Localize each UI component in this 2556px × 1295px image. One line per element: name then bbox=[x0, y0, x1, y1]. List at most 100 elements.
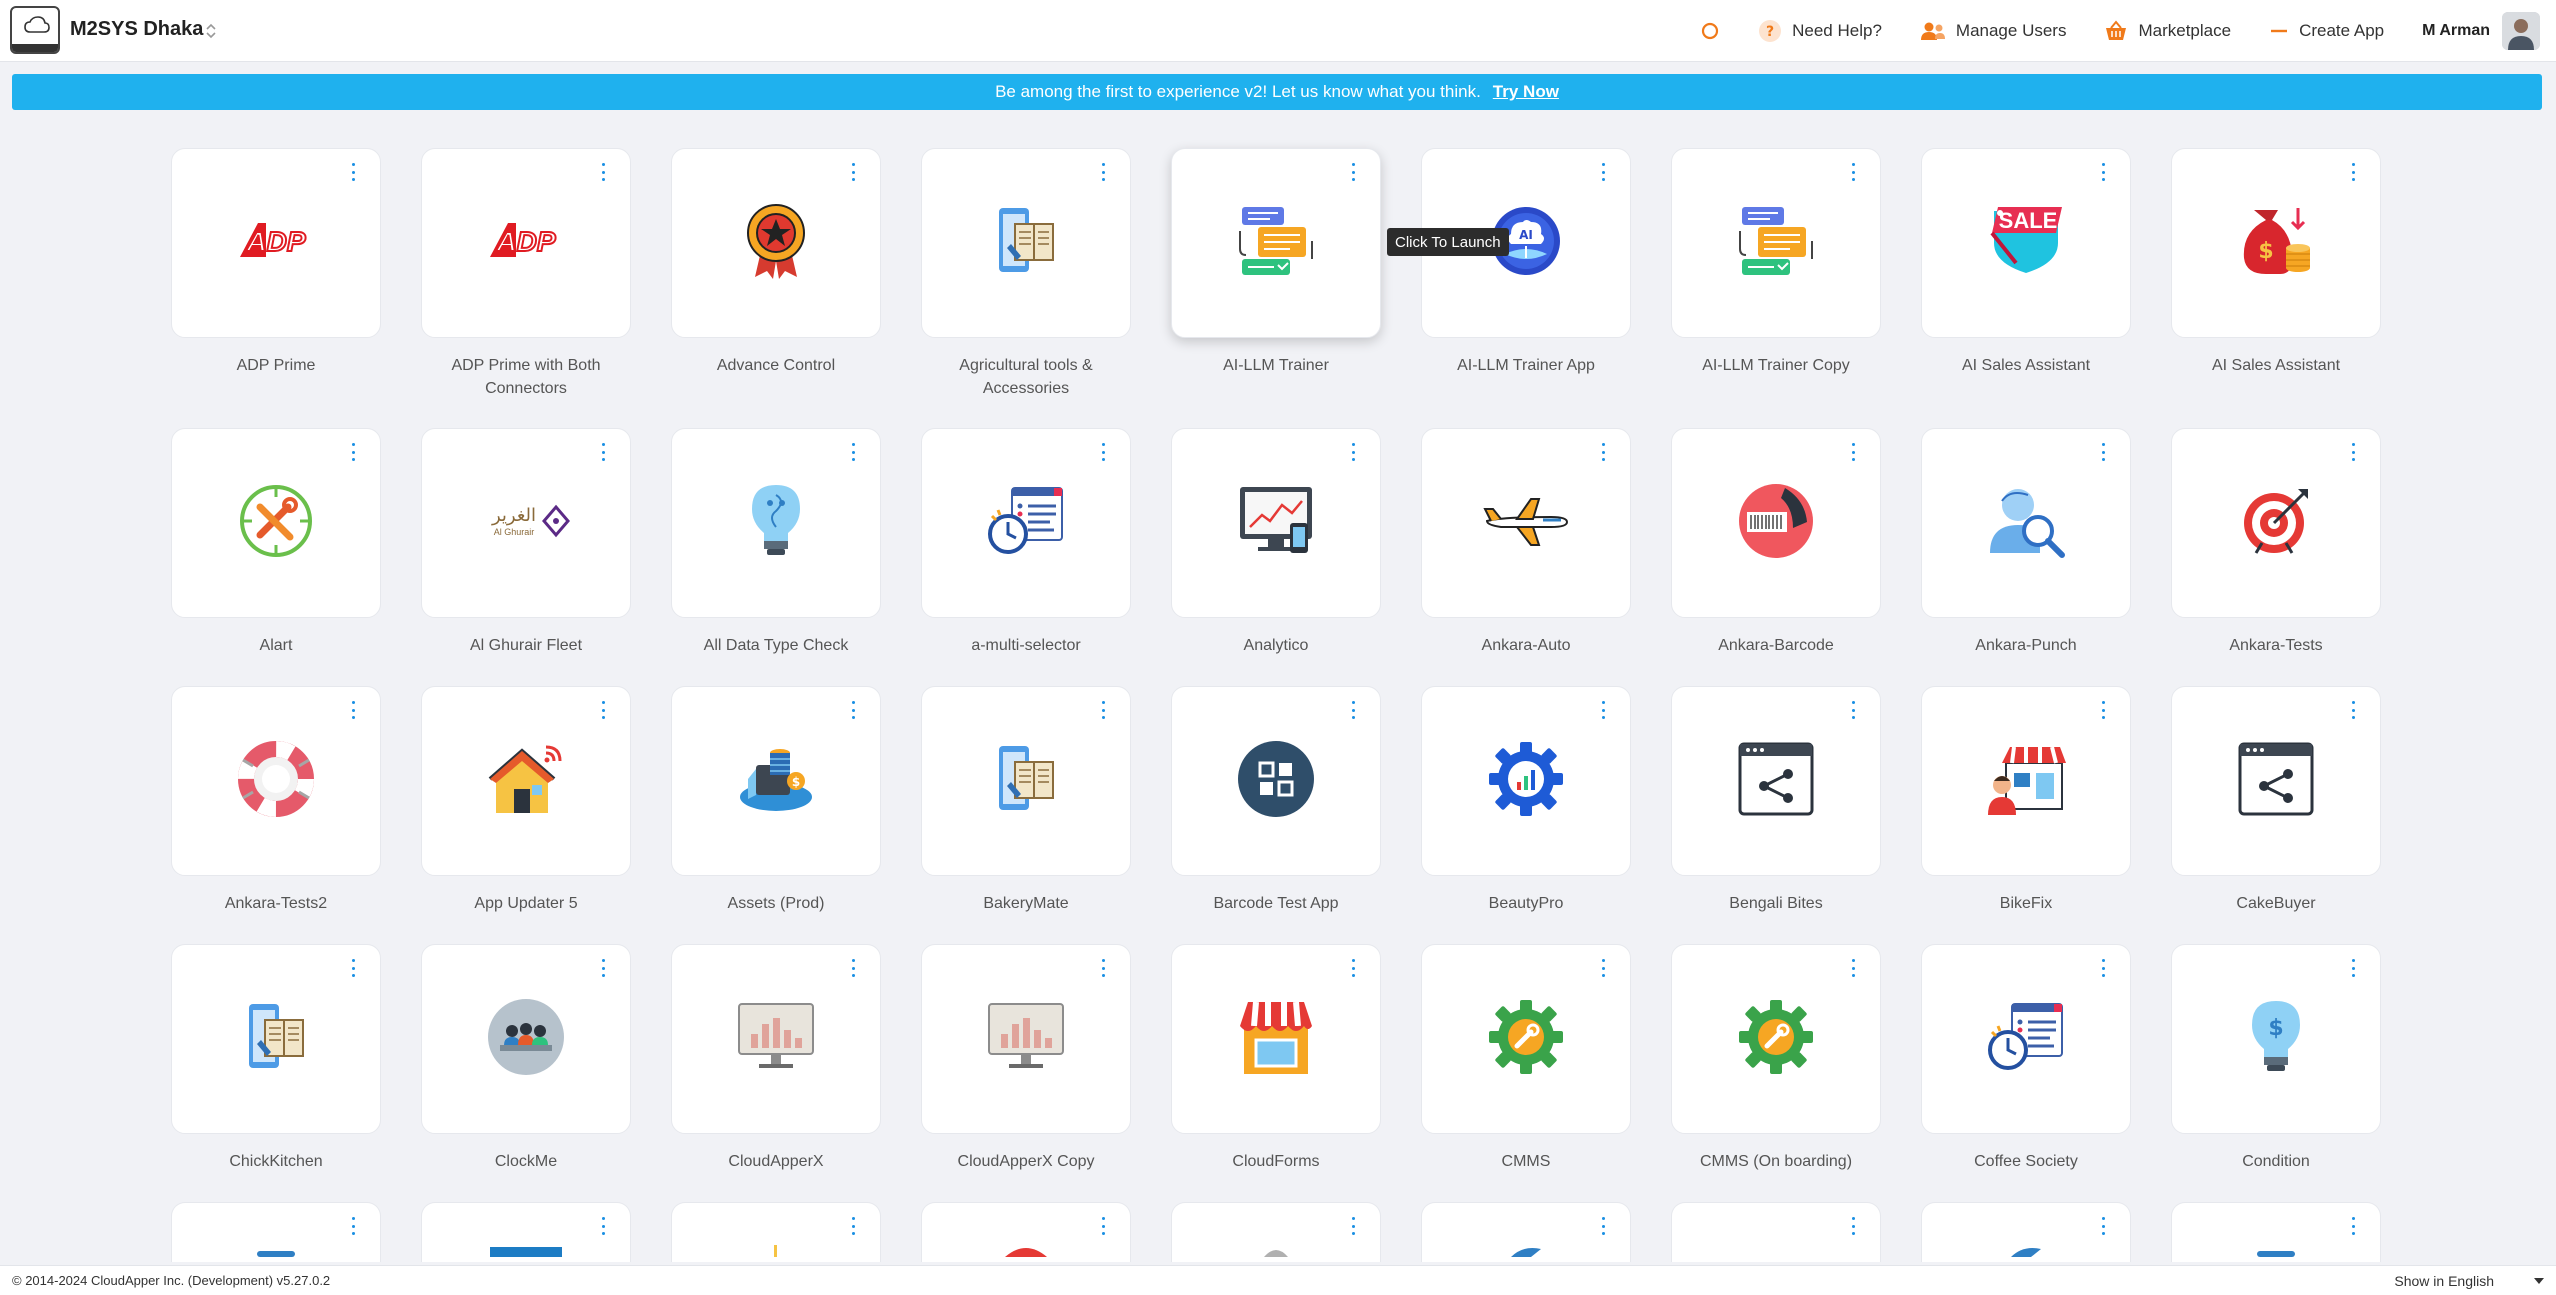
more-options-icon[interactable] bbox=[2348, 163, 2358, 181]
app-card[interactable]: $ bbox=[671, 686, 881, 876]
app-card[interactable]: الغرير Al Ghurair bbox=[421, 428, 631, 618]
more-options-icon[interactable] bbox=[2348, 959, 2358, 977]
more-options-icon[interactable] bbox=[598, 163, 608, 181]
status-indicator[interactable] bbox=[1700, 21, 1720, 41]
app-card[interactable] bbox=[1671, 944, 1881, 1134]
try-now-link[interactable]: Try Now bbox=[1493, 82, 1559, 102]
app-card[interactable] bbox=[171, 1202, 381, 1262]
more-options-icon[interactable] bbox=[598, 701, 608, 719]
more-options-icon[interactable] bbox=[2098, 959, 2108, 977]
more-options-icon[interactable] bbox=[848, 959, 858, 977]
app-card[interactable] bbox=[921, 686, 1131, 876]
app-card[interactable] bbox=[2171, 1202, 2381, 1262]
app-card[interactable] bbox=[1421, 1202, 1631, 1262]
manage-users-button[interactable]: Manage Users bbox=[1920, 20, 2066, 42]
organization-name[interactable]: M2SYS Dhaka bbox=[70, 18, 203, 41]
user-avatar[interactable] bbox=[2502, 12, 2540, 50]
more-options-icon[interactable] bbox=[1848, 701, 1858, 719]
more-options-icon[interactable] bbox=[1348, 163, 1358, 181]
more-options-icon[interactable] bbox=[1598, 1217, 1608, 1235]
more-options-icon[interactable] bbox=[848, 443, 858, 461]
more-options-icon[interactable] bbox=[598, 959, 608, 977]
more-options-icon[interactable] bbox=[348, 701, 358, 719]
app-card[interactable] bbox=[671, 148, 881, 338]
more-options-icon[interactable] bbox=[348, 1217, 358, 1235]
more-options-icon[interactable] bbox=[348, 443, 358, 461]
app-card[interactable] bbox=[171, 686, 381, 876]
app-card[interactable] bbox=[1171, 1202, 1381, 1262]
language-select[interactable]: Show in English bbox=[2394, 1273, 2544, 1289]
more-options-icon[interactable] bbox=[1098, 959, 1108, 977]
more-options-icon[interactable] bbox=[2348, 1217, 2358, 1235]
marketplace-button[interactable]: Marketplace bbox=[2104, 20, 2231, 42]
more-options-icon[interactable] bbox=[2348, 701, 2358, 719]
app-card[interactable] bbox=[421, 944, 631, 1134]
more-options-icon[interactable] bbox=[2348, 443, 2358, 461]
app-card[interactable] bbox=[1171, 686, 1381, 876]
more-options-icon[interactable] bbox=[2098, 163, 2108, 181]
app-card[interactable] bbox=[921, 428, 1131, 618]
app-card[interactable] bbox=[421, 686, 631, 876]
app-card[interactable] bbox=[1171, 148, 1381, 338]
more-options-icon[interactable] bbox=[848, 1217, 858, 1235]
app-card[interactable] bbox=[2171, 428, 2381, 618]
app-card[interactable]: $ bbox=[2171, 944, 2381, 1134]
app-card[interactable] bbox=[1921, 428, 2131, 618]
user-name[interactable]: M Arman bbox=[2422, 22, 2490, 40]
more-options-icon[interactable] bbox=[1598, 443, 1608, 461]
app-card[interactable] bbox=[1921, 686, 2131, 876]
app-card[interactable] bbox=[671, 1202, 881, 1262]
more-options-icon[interactable] bbox=[1098, 1217, 1108, 1235]
more-options-icon[interactable] bbox=[1348, 701, 1358, 719]
more-options-icon[interactable] bbox=[1348, 1217, 1358, 1235]
more-options-icon[interactable] bbox=[1098, 443, 1108, 461]
app-card[interactable] bbox=[171, 428, 381, 618]
more-options-icon[interactable] bbox=[1598, 701, 1608, 719]
app-card[interactable] bbox=[421, 1202, 631, 1262]
more-options-icon[interactable] bbox=[1348, 443, 1358, 461]
more-options-icon[interactable] bbox=[1348, 959, 1358, 977]
more-options-icon[interactable] bbox=[598, 443, 608, 461]
more-options-icon[interactable] bbox=[1848, 1217, 1858, 1235]
more-options-icon[interactable] bbox=[598, 1217, 608, 1235]
app-card[interactable] bbox=[1421, 944, 1631, 1134]
more-options-icon[interactable] bbox=[848, 701, 858, 719]
create-app-button[interactable]: Create App bbox=[2269, 21, 2384, 41]
app-card[interactable] bbox=[921, 148, 1131, 338]
app-card[interactable]: ADP bbox=[421, 148, 631, 338]
app-card[interactable] bbox=[1671, 686, 1881, 876]
app-card[interactable]: $ bbox=[2171, 148, 2381, 338]
app-card[interactable] bbox=[1421, 428, 1631, 618]
more-options-icon[interactable] bbox=[1848, 163, 1858, 181]
more-options-icon[interactable] bbox=[1098, 701, 1108, 719]
need-help-button[interactable]: ? Need Help? bbox=[1758, 19, 1882, 43]
app-card[interactable] bbox=[671, 428, 881, 618]
app-card[interactable]: SALE bbox=[1921, 148, 2131, 338]
more-options-icon[interactable] bbox=[348, 163, 358, 181]
app-card[interactable] bbox=[1671, 1202, 1881, 1262]
more-options-icon[interactable] bbox=[848, 163, 858, 181]
more-options-icon[interactable] bbox=[1098, 163, 1108, 181]
more-options-icon[interactable] bbox=[1598, 959, 1608, 977]
more-options-icon[interactable] bbox=[2098, 443, 2108, 461]
more-options-icon[interactable] bbox=[2098, 1217, 2108, 1235]
more-options-icon[interactable] bbox=[348, 959, 358, 977]
app-card[interactable] bbox=[1421, 686, 1631, 876]
more-options-icon[interactable] bbox=[1598, 163, 1608, 181]
app-card[interactable] bbox=[2171, 686, 2381, 876]
app-card[interactable] bbox=[1921, 944, 2131, 1134]
app-card[interactable] bbox=[1671, 148, 1881, 338]
more-options-icon[interactable] bbox=[1848, 959, 1858, 977]
app-card[interactable] bbox=[171, 944, 381, 1134]
switch-organization-icon[interactable] bbox=[204, 22, 218, 40]
app-card[interactable] bbox=[1171, 944, 1381, 1134]
app-card[interactable] bbox=[921, 944, 1131, 1134]
app-card[interactable] bbox=[921, 1202, 1131, 1262]
more-options-icon[interactable] bbox=[1848, 443, 1858, 461]
app-card[interactable] bbox=[671, 944, 881, 1134]
app-card[interactable] bbox=[1671, 428, 1881, 618]
organization-logo[interactable] bbox=[10, 6, 60, 54]
app-card[interactable] bbox=[1921, 1202, 2131, 1262]
app-card[interactable]: ADP bbox=[171, 148, 381, 338]
app-card[interactable] bbox=[1171, 428, 1381, 618]
